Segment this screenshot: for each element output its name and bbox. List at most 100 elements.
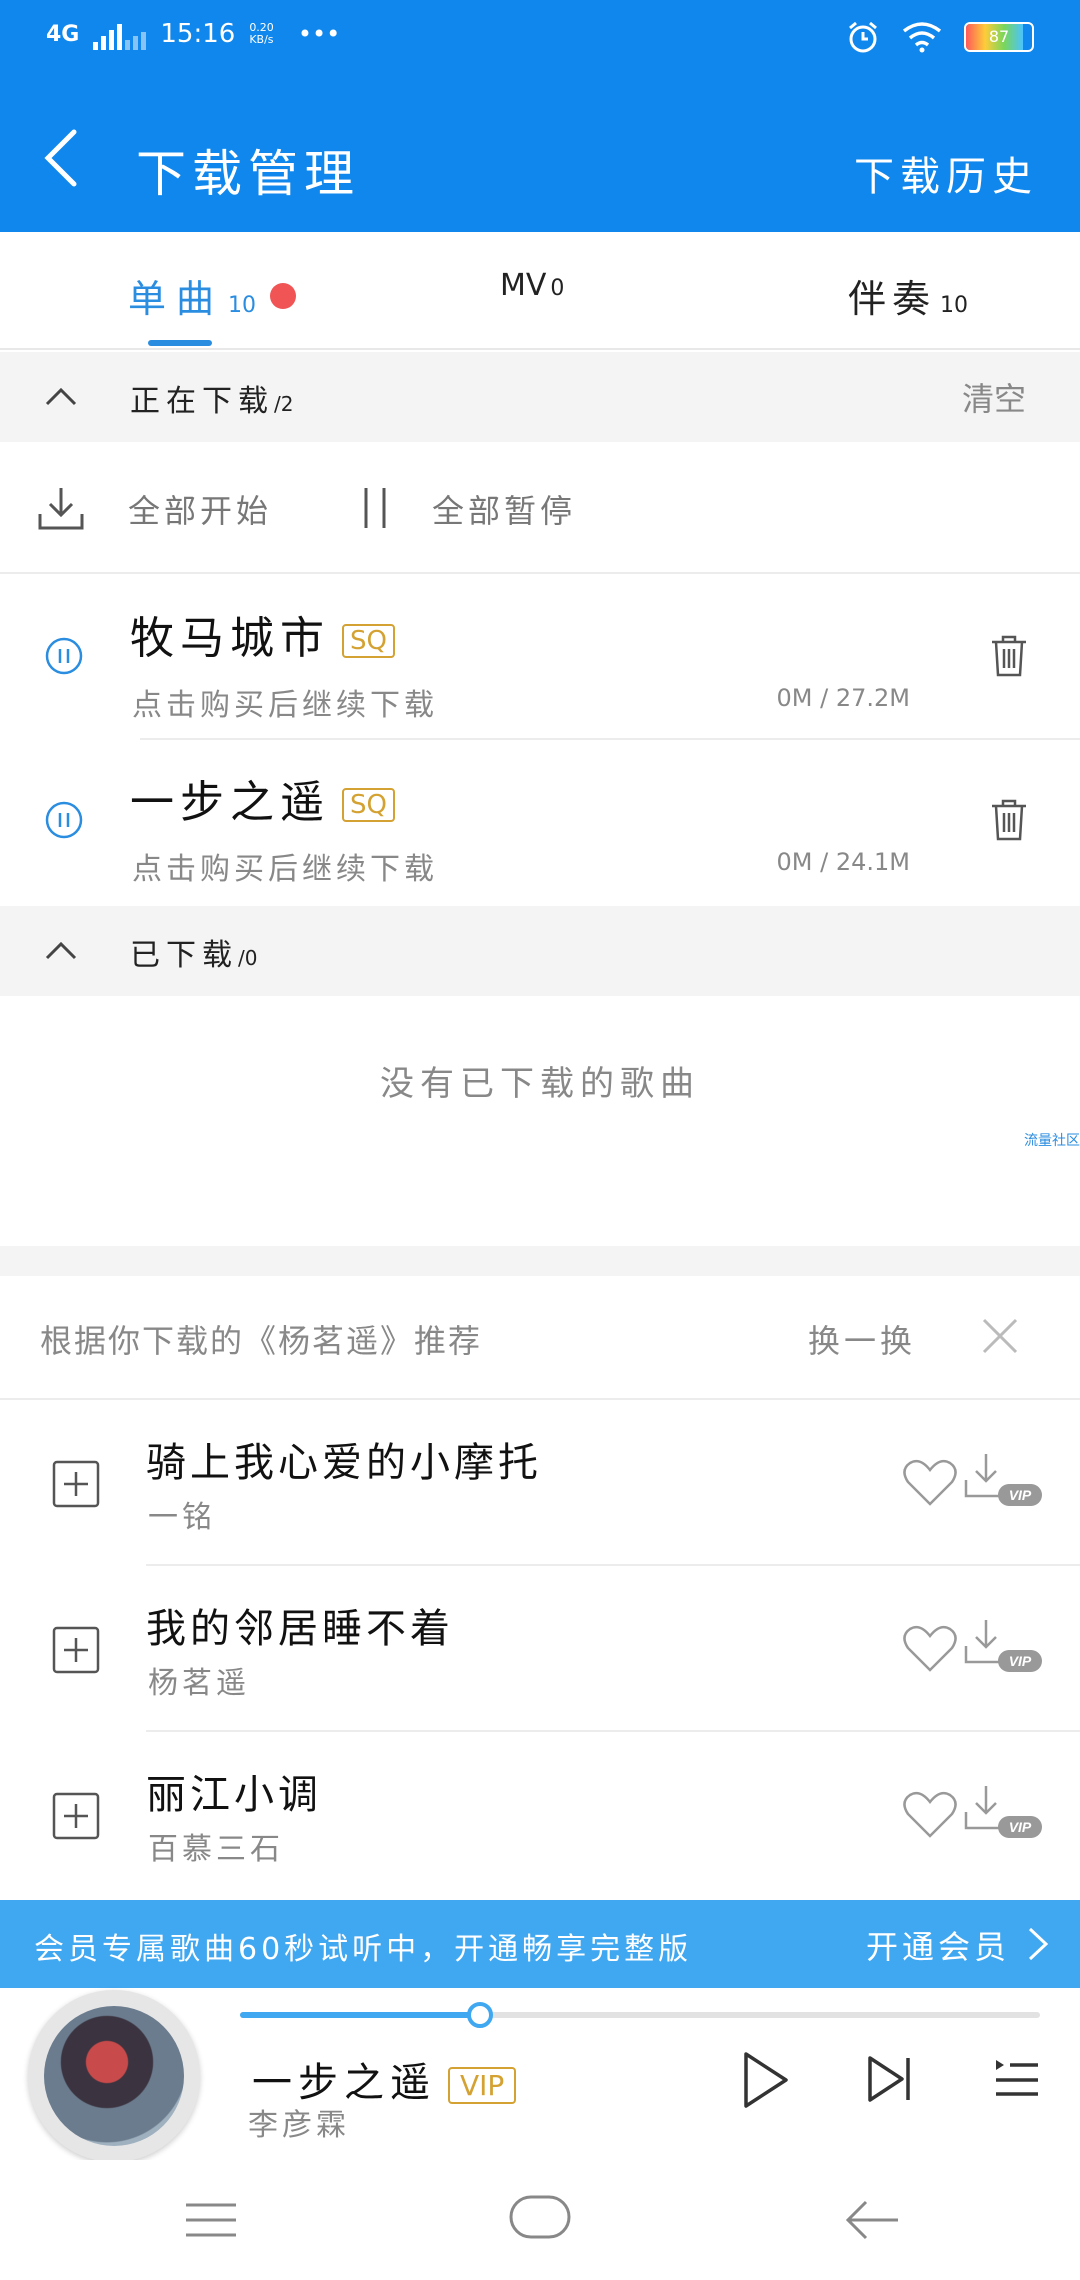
add-to-playlist-icon[interactable] [52,1792,100,1840]
top-bar: 4G 15:16 0.20 KB/s ••• 87 下载管理 下载历史 [0,0,1080,232]
artist-name: 杨茗遥 [148,1666,250,1701]
song-title: 丽江小调 [146,1772,322,1818]
signal-icon [93,18,147,50]
download-item[interactable]: 牧马城市 SQ 点击购买后继续下载 0M / 27.2M [0,576,1080,740]
alarm-icon [849,21,877,53]
home-icon[interactable] [508,2194,572,2240]
artist-name: 百慕三石 [148,1832,284,1867]
download-history-button[interactable]: 下载历史 [854,144,1038,202]
recommend-header: 根据你下载的《杨茗遥》推荐 换一换 [0,1276,1080,1400]
pause-circle-icon[interactable] [44,636,84,676]
play-icon[interactable] [740,2050,790,2110]
downloading-count: /2 [274,392,294,416]
community-link[interactable]: 流量社区 [1024,1130,1080,1150]
downloaded-section-header[interactable]: 已下载/0 [0,906,1080,996]
pause-icon[interactable] [360,484,390,532]
add-to-playlist-icon[interactable] [52,1626,100,1674]
pause-all-button[interactable]: 全部暂停 [432,486,576,532]
more-notifications-icon: ••• [297,20,341,48]
chevron-right-icon [1028,1927,1049,1961]
download-note: 点击购买后继续下载 [132,852,438,887]
tab-mv-label: MV [500,268,547,303]
vip-badge: VIP [448,2066,517,2104]
clock: 15:16 [160,19,236,49]
album-cover-image [44,2006,184,2146]
progress-bar[interactable] [240,2002,1040,2028]
album-art[interactable] [28,1990,200,2162]
tab-singles-label: 单曲 [128,277,225,321]
active-tab-indicator [148,340,212,346]
vip-download-icon[interactable]: VIP [964,1782,1044,1842]
tab-mv-count: 0 [550,276,565,301]
download-size: 0M / 24.1M [776,848,910,876]
svg-text:VIP: VIP [1009,1653,1032,1669]
artist-name: 一铭 [148,1500,216,1535]
download-icon[interactable] [36,484,86,534]
list-item[interactable]: 我的邻居睡不着 杨茗遥 VIP [0,1566,1080,1732]
wifi-icon [902,22,942,53]
list-item[interactable]: 骑上我心爱的小摩托 一铭 VIP [0,1400,1080,1566]
mini-player: 一步之遥 VIP 李彦霖 [0,1988,1080,2162]
playlist-icon[interactable] [992,2054,1040,2102]
menu-icon[interactable] [184,2202,238,2238]
next-track-icon[interactable] [866,2054,914,2104]
downloaded-label: 已下载 [130,938,238,973]
add-to-playlist-icon[interactable] [52,1460,100,1508]
list-item[interactable]: 丽江小调 百慕三石 VIP [0,1732,1080,1898]
tab-mv[interactable]: MV 0 [500,268,564,303]
heart-icon[interactable] [902,1790,958,1840]
empty-state: 没有已下载的歌曲 流量社区 [0,996,1080,1246]
vip-promo-bar[interactable]: 会员专属歌曲60秒试听中，开通畅享完整版 开通会员 [0,1900,1080,1988]
progress-handle[interactable] [467,2002,493,2028]
open-vip-button[interactable]: 开通会员 [866,1922,1010,1968]
now-playing-artist: 李彦霖 [248,2108,350,2143]
heart-icon[interactable] [902,1458,958,1508]
refresh-button[interactable]: 换一换 [808,1316,916,1362]
tab-accompaniment-count: 10 [940,293,969,318]
tab-accompaniment-label: 伴奏 [848,277,937,321]
vip-promo-text: 会员专属歌曲60秒试听中，开通畅享完整版 [34,1932,693,1967]
song-title: 一步之遥 [130,777,330,828]
svg-text:VIP: VIP [1009,1487,1032,1503]
progress-fill [240,2012,480,2018]
battery-level: 87 [988,27,1010,46]
downloading-label: 正在下载 [130,384,274,419]
tab-singles[interactable]: 单曲 10 [128,268,297,323]
net-speed-unit: KB/s [249,33,274,46]
status-bar: 4G 15:16 0.20 KB/s ••• 87 [0,0,1080,84]
start-all-button[interactable]: 全部开始 [128,486,272,532]
close-icon[interactable] [980,1316,1020,1356]
tab-accompaniment[interactable]: 伴奏 10 [848,268,968,323]
download-item[interactable]: 一步之遥 SQ 点击购买后继续下载 0M / 24.1M [0,740,1080,904]
network-label: 4G [46,21,80,47]
heart-icon[interactable] [902,1624,958,1674]
page-title: 下载管理 [136,145,360,203]
clear-button[interactable]: 清空 [962,374,1026,420]
vip-download-icon[interactable]: VIP [964,1616,1044,1676]
recommend-title: 根据你下载的《杨茗遥》推荐 [40,1322,483,1360]
title-bar: 下载管理 下载历史 [0,84,1080,232]
sq-badge: SQ [342,788,395,822]
system-nav-bar [0,2160,1080,2280]
pause-circle-icon[interactable] [44,800,84,840]
download-note: 点击购买后继续下载 [132,688,438,723]
empty-message: 没有已下载的歌曲 [380,1064,700,1104]
nav-back-icon[interactable] [844,2198,900,2242]
vip-download-icon[interactable]: VIP [964,1450,1044,1510]
sq-badge: SQ [342,624,395,658]
song-title: 骑上我心爱的小摩托 [146,1440,542,1486]
new-badge-dot [270,282,297,309]
downloading-section-header[interactable]: 正在下载/2 清空 [0,352,1080,442]
chevron-up-icon [45,387,77,406]
song-title: 我的邻居睡不着 [146,1606,454,1652]
download-size: 0M / 27.2M [776,684,910,712]
divider [0,1246,1080,1276]
chevron-up-icon [45,941,77,960]
back-arrow-icon[interactable] [36,128,96,188]
bulk-actions-row: 全部开始 全部暂停 [0,442,1080,574]
svg-text:VIP: VIP [1009,1819,1032,1835]
trash-icon[interactable] [990,634,1028,678]
downloaded-count: /0 [238,946,258,970]
battery-icon: 87 [964,22,1034,52]
trash-icon[interactable] [990,798,1028,842]
